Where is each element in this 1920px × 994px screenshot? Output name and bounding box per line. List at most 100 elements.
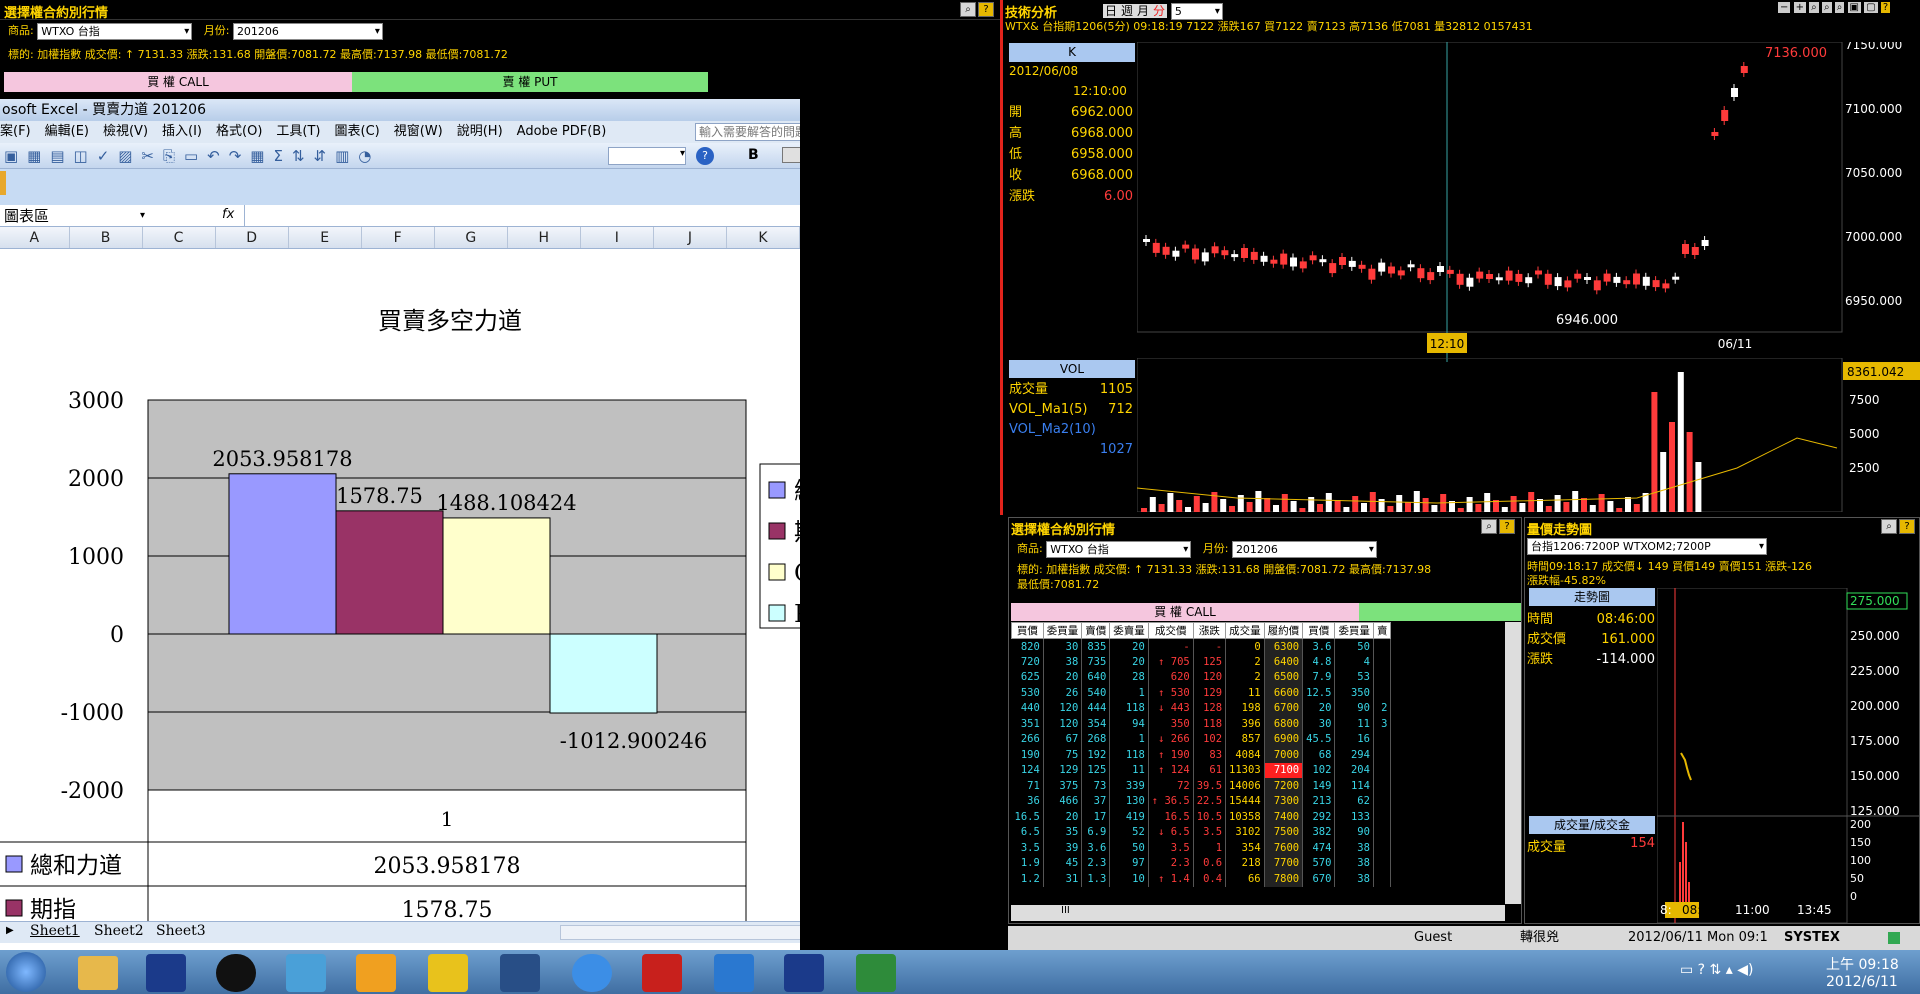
help-search-input[interactable]: 輸入需要解答的問題 ▾ (695, 123, 800, 141)
col-B[interactable]: B (70, 227, 143, 248)
bar-1[interactable] (335, 510, 444, 635)
menu-adobe-pdf[interactable]: Adobe PDF(B) (517, 124, 607, 139)
chain-row[interactable]: 3.5 39 3.6 50 3.5 1 354 7600 474 38 (1011, 840, 1392, 856)
period-month[interactable]: 月 (1135, 4, 1152, 18)
col-H[interactable]: H (508, 227, 581, 248)
concord2-icon[interactable] (784, 954, 824, 992)
period-min[interactable]: 分 (1151, 4, 1168, 18)
concord-icon[interactable] (146, 954, 186, 992)
help-icon[interactable]: ? (1499, 519, 1515, 534)
chain-col-header[interactable]: 買價 (1302, 622, 1336, 639)
menu-window[interactable]: 視窗(W) (394, 124, 443, 139)
trend-product-select[interactable]: 台指1206:7200P WTXOM2;7200P (1527, 538, 1767, 555)
chain-row[interactable]: 36 466 37 130 ↑ 36.5 22.5 15444 7300 213 62 (1011, 793, 1392, 809)
chain-col-header[interactable]: 成交量 (1225, 622, 1265, 639)
chain-col-header[interactable]: 漲跌 (1192, 622, 1227, 639)
menu-file[interactable]: 案(F) (0, 124, 31, 139)
menu-help[interactable]: 說明(H) (457, 124, 503, 139)
app-icon[interactable] (216, 954, 256, 992)
tech-toolbar-icons[interactable]: − + ⌕ ⌕ ⌕ ▣ ▢ ? (1778, 2, 1891, 13)
chain-row[interactable]: 266 67 268 1 ↓ 266 102 857 6900 45.5 16 (1011, 731, 1392, 747)
chain-col-header[interactable]: 委買量 (1334, 622, 1374, 639)
chain-row[interactable]: 190 75 192 118 ↑ 190 83 4084 7000 68 294 (1011, 747, 1392, 763)
chain-month-select[interactable]: 201206 (1231, 540, 1377, 558)
trend-tab[interactable]: 走勢圖 (1529, 588, 1655, 606)
tray-icons[interactable]: ▭ ? ⇅ ▴ ◀) (1680, 962, 1753, 978)
teamviewer-icon[interactable] (714, 954, 754, 992)
chain-row[interactable]: 440 120 444 118 ↓ 443 128 198 6700 20 90 2 (1011, 700, 1392, 716)
chain-col-header[interactable]: 委買量 (1042, 622, 1083, 639)
chain-product-select[interactable]: WTXO 台指 (1046, 540, 1192, 558)
bar-2[interactable] (442, 517, 551, 635)
month-select[interactable]: 201206 (232, 22, 383, 40)
horizontal-scrollbar[interactable] (560, 925, 800, 940)
search-icon[interactable]: ⌕ (1881, 519, 1897, 534)
help-icon[interactable]: ? (696, 147, 714, 165)
bold-button[interactable]: B (748, 147, 759, 163)
chain-col-header[interactable]: 成交價 (1147, 622, 1194, 639)
excel-chart[interactable]: 買賣多空力道 3000 2000 1000 0 -1000 -2000 2053.9581… (0, 282, 800, 922)
sheet-tab-2[interactable]: Sheet2 (94, 923, 144, 939)
ie-icon[interactable] (572, 954, 612, 992)
chain-col-header[interactable]: 賣價 (1081, 622, 1111, 639)
menu-tools[interactable]: 工具(T) (276, 124, 320, 139)
col-I[interactable]: I (581, 227, 654, 248)
app-red-icon[interactable] (642, 954, 682, 992)
candlestick-chart[interactable]: 7136.000 6946.000 7150.000 7100.000 7050.0… (1137, 42, 1920, 362)
chain-row[interactable]: 1.9 45 2.3 97 2.3 0.6 218 7700 570 38 (1011, 855, 1392, 871)
chain-col-header[interactable]: 履約價 (1263, 622, 1304, 639)
name-box[interactable]: 圖表區 ▾ (4, 207, 154, 225)
col-F[interactable]: F (362, 227, 435, 248)
chain-row[interactable]: 1.2 31 1.3 10 ↑ 1.4 0.4 66 7800 670 38 (1011, 871, 1392, 887)
sheet-tab-1[interactable]: Sheet1 (30, 923, 80, 939)
product-select[interactable]: WTXO 台指 (37, 22, 193, 40)
zoom-select[interactable]: ▾ (608, 147, 686, 165)
app-face-icon[interactable] (356, 954, 396, 992)
chain-col-header[interactable]: 買價 (1011, 622, 1044, 639)
people-icon[interactable] (286, 954, 326, 992)
help-icon[interactable]: ? (1899, 519, 1915, 534)
bar-3[interactable] (549, 633, 658, 714)
chain-hscroll[interactable]: III (1011, 905, 1505, 921)
menu-edit[interactable]: 編輯(E) (45, 124, 89, 139)
chain-vscroll[interactable] (1505, 622, 1521, 904)
col-K[interactable]: K (727, 227, 800, 248)
menu-chart[interactable]: 圖表(C) (335, 124, 380, 139)
chain-row[interactable]: 720 38 735 20 ↑ 705 125 2 6400 4.8 4 (1011, 654, 1392, 670)
chain-row[interactable]: 71 375 73 339 72 39.5 14006 7200 149 114 (1011, 778, 1392, 794)
option-chain-table[interactable]: 買價 委買量 賣價 委賣量 成交價 漲跌 成交量 履約價 買價 委買量賣 820 30 835 20- -… (1011, 622, 1392, 887)
chain-row[interactable]: 16.5 20 17 419 16.5 10.5 10358 7400 292 133 (1011, 809, 1392, 825)
toolbar-handle-icon[interactable] (0, 171, 6, 195)
chain-row[interactable]: 820 30 835 20- -0 6300 3.6 50 (1011, 638, 1392, 654)
sheet-nav-icon[interactable]: ▶ (6, 925, 14, 936)
chain-row[interactable]: 530 26 540 1 ↑ 530 129 11 6600 12.5 350 (1011, 685, 1392, 701)
start-button[interactable] (6, 952, 46, 992)
col-E[interactable]: E (289, 227, 362, 248)
col-C[interactable]: C (143, 227, 216, 248)
chain-row[interactable]: 6.5 35 6.9 52 ↓ 6.5 3.5 3102 7500 382 90 (1011, 824, 1392, 840)
chain-col-header[interactable]: 委賣量 (1109, 622, 1149, 639)
bar-0[interactable] (228, 473, 337, 635)
toolbar-icons[interactable]: ▣▦▤◫✓▨✂⎘▭↶↷▦Σ⇅⇵▥◔ (4, 147, 380, 165)
col-A[interactable]: A (0, 227, 70, 248)
formula-input[interactable] (244, 205, 800, 227)
help-icon[interactable]: ? (978, 2, 994, 17)
trend-vol-tab[interactable]: 成交量/成交金 (1529, 816, 1655, 834)
col-D[interactable]: D (216, 227, 289, 248)
menu-format[interactable]: 格式(O) (216, 124, 262, 139)
menu-view[interactable]: 檢視(V) (103, 124, 148, 139)
volume-chart[interactable]: 8361.042 7500 5000 2500 (1137, 358, 1920, 512)
chain-row[interactable]: 351 120 354 94 350 118 396 6800 30 11 3 (1011, 716, 1392, 732)
chain-row[interactable]: 124 129 125 11 ↑ 124 61 11303 7100 102 204 (1011, 762, 1392, 778)
fx-icon[interactable]: fx (222, 207, 234, 222)
app-yellow-icon[interactable] (428, 954, 468, 992)
chain-col-header[interactable]: 賣 (1372, 622, 1392, 639)
col-J[interactable]: J (654, 227, 727, 248)
period-week[interactable]: 週 (1119, 4, 1136, 18)
menu-insert[interactable]: 插入(I) (162, 124, 202, 139)
search-icon[interactable]: ⌕ (960, 2, 976, 17)
period-day[interactable]: 日 (1103, 4, 1120, 18)
sheet-tab-3[interactable]: Sheet3 (156, 923, 206, 939)
kmplayer-icon[interactable] (500, 954, 540, 992)
col-G[interactable]: G (435, 227, 508, 248)
